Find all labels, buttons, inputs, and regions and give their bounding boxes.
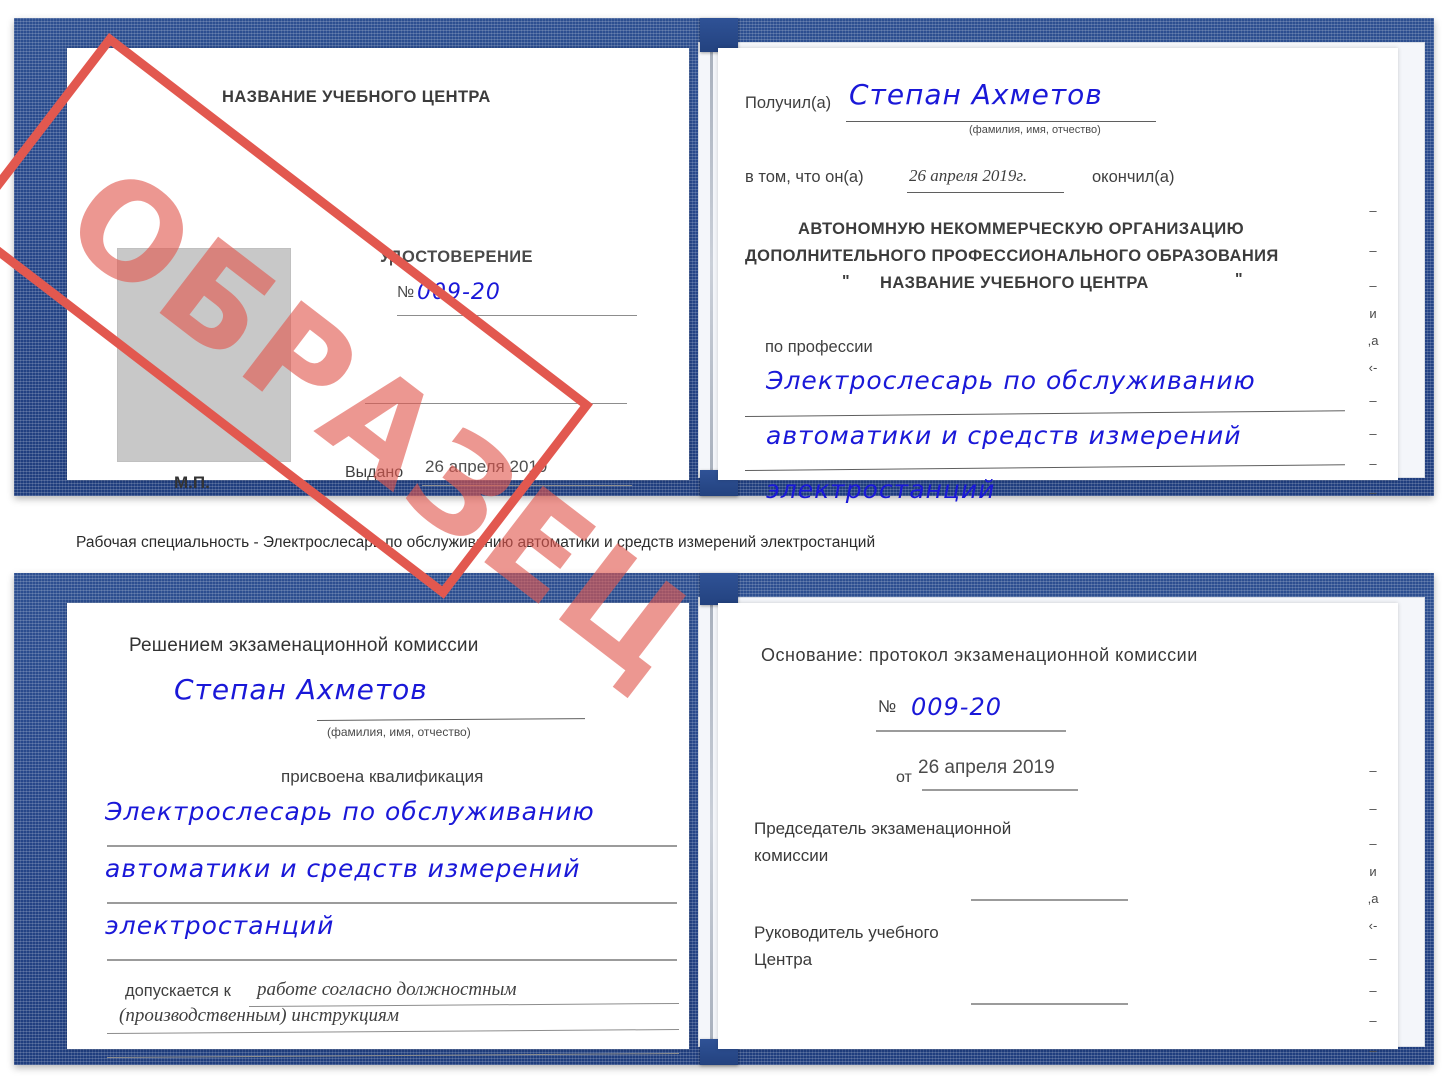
certificate-top: НАЗВАНИЕ УЧЕБНОГО ЦЕНТРА УДОСТОВЕРЕНИЕ №… xyxy=(0,18,1434,714)
finished-label: окончил(а) xyxy=(1092,168,1175,186)
admitted-label: допускается к xyxy=(125,982,231,1000)
org-quote-close: " xyxy=(1235,271,1243,288)
head-line-1: Руководитель учебного xyxy=(754,923,939,942)
spine-line-bottom xyxy=(710,603,713,1049)
graduate-name-value: Степан Ахметов xyxy=(174,673,428,706)
org-line-1: АВТОНОМНУЮ НЕКОММЕРЧЕСКУЮ ОРГАНИЗАЦИЮ xyxy=(798,220,1244,238)
qualification-line-3: электростанций xyxy=(105,911,335,940)
received-rule xyxy=(846,121,1156,122)
spine-line-top xyxy=(710,48,713,480)
issued-label: Выдано xyxy=(345,464,404,481)
org-line-3: НАЗВАНИЕ УЧЕБНОГО ЦЕНТРА xyxy=(880,274,1149,292)
bottom-right-page: Основание: протокол экзаменационной коми… xyxy=(718,603,1398,1058)
seal-mark-label: М.П. xyxy=(174,473,210,492)
issued-rule xyxy=(422,485,632,486)
top-left-page: НАЗВАНИЕ УЧЕБНОГО ЦЕНТРА УДОСТОВЕРЕНИЕ №… xyxy=(67,48,689,492)
blank-rule-1 xyxy=(365,403,627,404)
qualification-rule-2 xyxy=(107,902,677,904)
graduate-name-rule xyxy=(317,718,586,721)
profession-rule-2 xyxy=(745,464,1345,471)
qualification-label: присвоена квалификация xyxy=(281,767,484,786)
profession-line-1: Электрослесарь по обслуживанию xyxy=(766,366,1256,395)
admitted-rule-2 xyxy=(107,1029,679,1034)
in-that-rule xyxy=(907,192,1064,193)
admitted-value-line-1: работе согласно должностным xyxy=(257,979,517,1000)
protocol-number-label: № xyxy=(878,697,897,716)
chairman-line-1: Председатель экзаменационной xyxy=(754,819,1012,838)
in-that-value: 26 апреля 2019г. xyxy=(909,166,1028,185)
profession-line-2: автоматики и средств измерений xyxy=(766,421,1242,450)
chairman-line-2: комиссии xyxy=(754,846,829,865)
fio-hint-bottom: (фамилия, имя, отчество) xyxy=(327,725,471,739)
qualification-line-1: Электрослесарь по обслуживанию xyxy=(105,797,595,826)
protocol-date-rule xyxy=(922,789,1078,791)
image-caption: Рабочая специальность - Электрослесарь п… xyxy=(76,534,876,551)
spine-tab-bottom-upper xyxy=(700,573,738,605)
issued-value: 26 апреля 2019 xyxy=(425,457,548,476)
photo-placeholder xyxy=(117,248,291,462)
received-label: Получил(а) xyxy=(745,94,832,112)
qualification-line-2: автоматики и средств измерений xyxy=(105,854,581,883)
certificate-number-value: 009-20 xyxy=(417,280,501,305)
top-right-page: Получил(а) Степан Ахметов (фамилия, имя,… xyxy=(718,48,1398,504)
basis-label: Основание: протокол экзаменационной коми… xyxy=(761,645,1198,665)
qualification-rule-3 xyxy=(107,959,677,961)
head-signature-rule xyxy=(971,1003,1128,1005)
received-value: Степан Ахметов xyxy=(849,78,1103,111)
qualification-rule-1 xyxy=(107,845,677,847)
org-quote-open: " xyxy=(842,273,850,290)
training-center-title: НАЗВАНИЕ УЧЕБНОГО ЦЕНТРА xyxy=(222,88,491,106)
in-that-label: в том, что он(а) xyxy=(745,168,864,186)
head-line-2: Центра xyxy=(754,950,813,969)
certificate-bottom: Решением экзаменационной комиссии Степан… xyxy=(14,573,1434,1065)
admitted-rule-3 xyxy=(107,1053,679,1058)
protocol-number-value: 009-20 xyxy=(911,693,1003,721)
admitted-value-line-2: (производственным) инструкциям xyxy=(119,1005,399,1026)
certificate-number-label: № xyxy=(397,284,415,301)
protocol-number-rule xyxy=(876,730,1066,732)
profession-line-3: электростанций xyxy=(766,475,996,504)
profession-rule-1 xyxy=(745,410,1345,417)
profession-label: по профессии xyxy=(765,338,873,356)
protocol-date-value: 26 апреля 2019 xyxy=(918,757,1055,778)
org-line-2: ДОПОЛНИТЕЛЬНОГО ПРОФЕССИОНАЛЬНОГО ОБРАЗО… xyxy=(745,247,1279,265)
chairman-signature-rule xyxy=(971,899,1128,901)
bottom-left-page: Решением экзаменационной комиссии Степан… xyxy=(67,603,689,1058)
spine-tab-top-upper xyxy=(700,18,738,52)
certificate-number-rule xyxy=(397,315,637,316)
protocol-date-label: от xyxy=(896,769,912,786)
fio-hint-top: (фамилия, имя, отчество) xyxy=(969,124,1101,136)
commission-decision-heading: Решением экзаменационной комиссии xyxy=(129,635,479,656)
document-type-label: УДОСТОВЕРЕНИЕ xyxy=(380,248,533,266)
